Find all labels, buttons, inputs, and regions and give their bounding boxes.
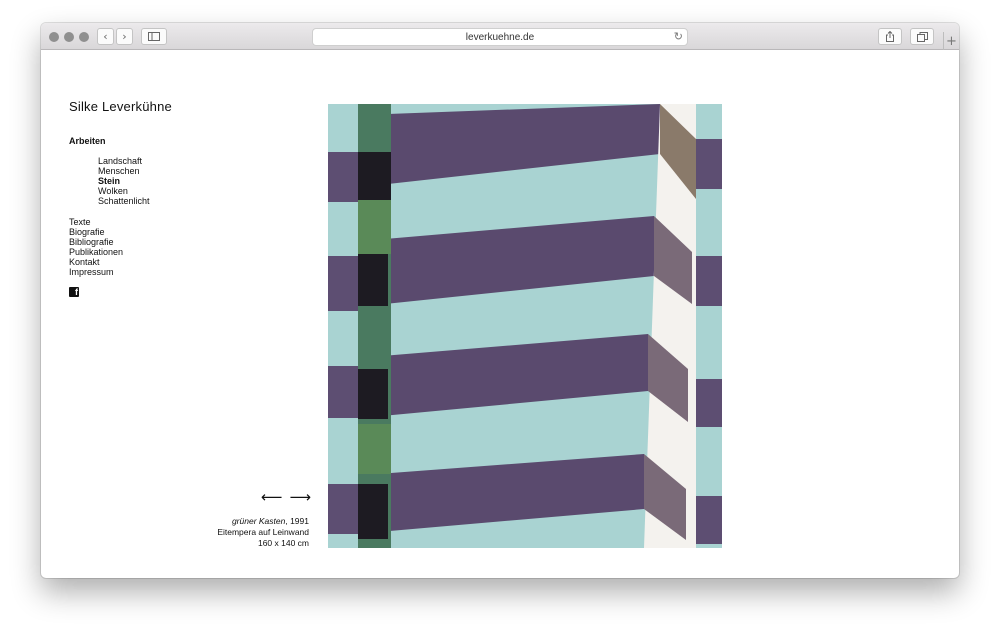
new-tab-button[interactable]: + xyxy=(943,32,959,50)
artwork-title: grüner Kasten xyxy=(231,516,286,526)
sidebar-icon xyxy=(148,32,160,41)
url-text: leverkuehne.de xyxy=(465,31,535,43)
artwork-pager: ⟵ ⟶ xyxy=(261,488,311,506)
artwork-black-block xyxy=(358,369,388,419)
chevron-right-icon: › xyxy=(122,30,127,43)
artwork-year: , 1991 xyxy=(285,516,309,526)
nav-item-kontakt[interactable]: Kontakt xyxy=(69,257,123,267)
artwork-left-stripe xyxy=(328,256,360,311)
subnav-item-menschen[interactable]: Menschen xyxy=(98,166,150,176)
nav-item-impressum[interactable]: Impressum xyxy=(69,267,123,277)
close-window-button[interactable] xyxy=(49,32,59,42)
tabs-overview-button[interactable] xyxy=(910,28,934,45)
forward-button[interactable]: › xyxy=(116,28,133,45)
minimize-window-button[interactable] xyxy=(64,32,74,42)
zoom-window-button[interactable] xyxy=(79,32,89,42)
artwork-right-stripe xyxy=(696,379,722,427)
browser-toolbar: ‹ › leverkuehne.de ↻ + xyxy=(41,23,959,50)
artwork-black-block xyxy=(358,254,388,306)
nav-item-biografie[interactable]: Biografie xyxy=(69,227,123,237)
subnav-item-wolken[interactable]: Wolken xyxy=(98,186,150,196)
artwork-right-stripe xyxy=(696,139,722,189)
artwork-left-stripe xyxy=(328,152,360,202)
artwork-right-stripe xyxy=(696,496,722,544)
artwork-left-stripe xyxy=(328,366,360,418)
artwork-right-stripe xyxy=(696,256,722,306)
sidebar-toggle-button[interactable] xyxy=(141,28,167,45)
reload-icon[interactable]: ↻ xyxy=(674,30,683,43)
next-artwork-arrow-icon[interactable]: ⟶ xyxy=(289,488,311,506)
facebook-icon[interactable]: f xyxy=(69,287,79,297)
subnav-item-stein[interactable]: Stein xyxy=(98,176,150,186)
previous-artwork-arrow-icon[interactable]: ⟵ xyxy=(261,488,283,506)
tabs-icon xyxy=(916,31,928,42)
artwork-black-block xyxy=(358,152,391,200)
subnav-list: Landschaft Menschen Stein Wolken Schatte… xyxy=(98,156,150,206)
share-button[interactable] xyxy=(878,28,902,45)
nav-item-bibliografie[interactable]: Bibliografie xyxy=(69,237,123,247)
main-nav-list: Texte Biografie Bibliografie Publikation… xyxy=(69,217,123,277)
artwork-left-stripe xyxy=(328,484,360,534)
site-title[interactable]: Silke Leverkühne xyxy=(69,99,172,114)
artwork-green-segment xyxy=(358,424,391,474)
subnav-item-landschaft[interactable]: Landschaft xyxy=(98,156,150,166)
artwork-technique: Eitempera auf Leinwand xyxy=(217,527,309,537)
nav-section-arbeiten[interactable]: Arbeiten xyxy=(69,136,106,146)
artwork-size: 160 x 140 cm xyxy=(257,538,309,548)
address-bar[interactable]: leverkuehne.de ↻ xyxy=(312,28,688,46)
subnav-item-schattenlicht[interactable]: Schattenlicht xyxy=(98,196,150,206)
artwork-green-segment xyxy=(358,199,391,254)
artwork-black-block xyxy=(358,484,388,539)
plus-icon: + xyxy=(946,33,957,49)
chevron-left-icon: ‹ xyxy=(103,30,108,43)
artwork-image xyxy=(328,104,722,548)
back-button[interactable]: ‹ xyxy=(97,28,114,45)
artwork-caption: grüner Kasten, 1991 Eitempera auf Leinwa… xyxy=(217,516,309,549)
nav-item-texte[interactable]: Texte xyxy=(69,217,123,227)
nav-item-publikationen[interactable]: Publikationen xyxy=(69,247,123,257)
browser-window: ‹ › leverkuehne.de ↻ + Silke Leverkühne … xyxy=(41,23,959,578)
share-icon xyxy=(886,31,894,42)
